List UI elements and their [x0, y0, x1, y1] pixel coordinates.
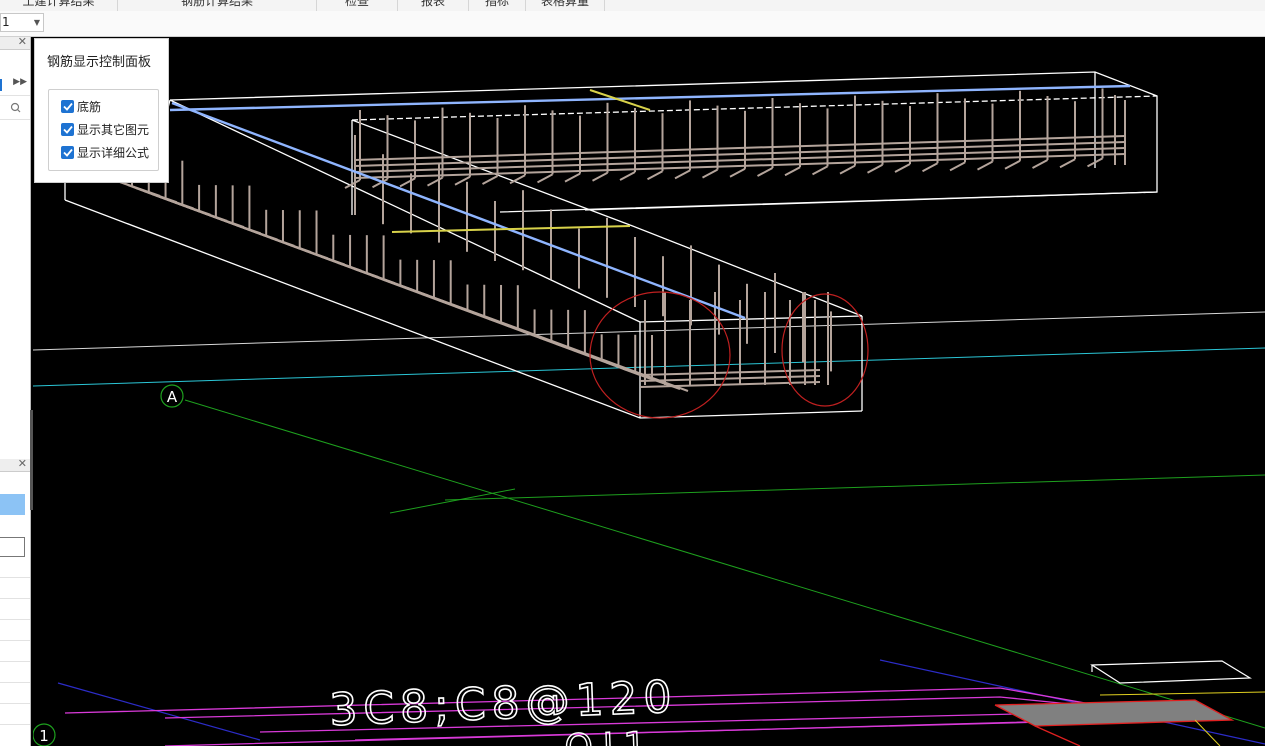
stirrup-bar: [619, 171, 636, 181]
close-icon[interactable]: ✕: [18, 37, 27, 48]
list-input[interactable]: [0, 537, 25, 557]
tab-civil-results[interactable]: 土建计算结果: [0, 0, 118, 11]
option-label: 显示其它图元: [77, 122, 150, 137]
stirrup-bar: [757, 167, 773, 177]
checkbox-show-other-elements[interactable]: [61, 122, 74, 136]
top-bar-back: [169, 84, 1131, 112]
highlight-circle: [781, 293, 869, 407]
close-icon[interactable]: ✕: [18, 457, 27, 470]
check-icon: [62, 125, 73, 134]
list-row: [0, 703, 30, 704]
rebar-3d-scene: A 1 3C8;C8@120 QJ1: [33, 71, 1265, 746]
list-row: [0, 577, 30, 578]
search-box[interactable]: [0, 99, 30, 117]
stirrup-bar: [867, 163, 883, 174]
stirrup-bar: [482, 175, 498, 185]
panel-toolbar: ▶▶: [0, 77, 30, 93]
stirrup-bar: [702, 168, 718, 179]
tab-rebar-results[interactable]: 钢筋计算结果: [118, 0, 317, 11]
axis-line-green: [389, 488, 516, 514]
stirrup-bar: [977, 160, 993, 171]
panel-header-bottom: ✕: [0, 457, 30, 472]
beam-outline-back: [164, 71, 1158, 226]
axis-line-green: [184, 399, 1265, 729]
stirrup-bar: [729, 167, 746, 178]
check-icon: [62, 102, 73, 111]
divider: [0, 119, 30, 120]
options-group: 底筋 显示其它图元 显示详细公式: [48, 89, 159, 171]
floor-select[interactable]: 1 ▼: [0, 13, 44, 32]
selected-element-outline: [1034, 725, 1081, 746]
longitudinal-bar: [639, 369, 821, 376]
option-bottom-rebar[interactable]: 底筋: [61, 97, 101, 115]
search-icon: [10, 102, 21, 113]
stirrup-bar: [922, 162, 938, 173]
3d-viewport[interactable]: A 1 3C8;C8@120 QJ1: [33, 37, 1265, 746]
floor-toolbar: 1 ▼: [0, 11, 1265, 37]
tab-report[interactable]: 报表: [398, 0, 469, 11]
option-label: 显示详细公式: [77, 145, 150, 160]
list-row: [0, 661, 30, 662]
divider: [0, 95, 30, 96]
axis-label-1: 1: [39, 727, 49, 745]
floor-select-value: 1: [2, 15, 10, 29]
option-label: 底筋: [77, 99, 102, 114]
check-icon: [62, 148, 73, 157]
list-row: [0, 682, 30, 683]
axis-line-blue: [57, 682, 261, 741]
stirrup-bar: [564, 172, 581, 183]
stirrup-bar: [1004, 159, 1021, 170]
axis-line-green: [444, 474, 1265, 501]
option-show-other-elements[interactable]: 显示其它图元: [61, 120, 149, 138]
element-annotation: QJ1: [564, 725, 657, 746]
checkbox-show-detailed-formula[interactable]: [61, 145, 74, 159]
axis-label-a: A: [167, 388, 178, 406]
highlight-circle: [589, 291, 731, 419]
tab-index[interactable]: 指标: [469, 0, 526, 11]
tab-table-quantity[interactable]: 表格算量: [526, 0, 605, 11]
expand-icon[interactable]: ▶▶: [13, 77, 27, 87]
option-show-detailed-formula[interactable]: 显示详细公式: [61, 143, 149, 161]
tab-check[interactable]: 检查: [317, 0, 398, 11]
axis-line-yellow: [1099, 691, 1265, 696]
reference-line: [33, 311, 1265, 351]
stirrup-bar: [1059, 158, 1076, 169]
list-item-selected[interactable]: [0, 494, 25, 515]
panel-title: 钢筋显示控制面板: [47, 55, 152, 70]
top-bar-front: [171, 101, 746, 320]
stirrup-bar: [894, 163, 911, 173]
stirrup-bar: [812, 165, 828, 176]
axis-line-blue: [879, 659, 1265, 745]
chevron-down-icon: ▼: [33, 18, 40, 27]
selection-marker: [0, 79, 2, 91]
list-row: [0, 619, 30, 620]
stirrup-bar: [647, 170, 663, 181]
stirrup-bar: [399, 177, 416, 188]
stirrup-bar: [1032, 159, 1048, 169]
stirrup-bar: [784, 166, 801, 177]
left-side-panel: ✕ ▶▶ ✕: [0, 37, 31, 746]
panel-header-top: ✕: [0, 37, 30, 50]
dimension-box: [1090, 660, 1253, 684]
list-row: [0, 598, 30, 599]
rebar-display-control-panel: 钢筋显示控制面板 底筋 显示其它图元 显示详细公式: [34, 38, 169, 183]
stirrup-bar: [592, 171, 608, 182]
checkbox-bottom-rebar[interactable]: [61, 99, 74, 113]
stirrup-bar: [839, 164, 856, 175]
rebar-cage: [119, 88, 1126, 392]
stirrup-bar: [427, 176, 443, 187]
stirrup-bar: [537, 173, 553, 184]
list-row: [0, 724, 30, 725]
stirrup-bar: [949, 161, 966, 172]
list-row: [0, 640, 30, 641]
stirrup-bar: [674, 169, 691, 180]
longitudinal-bar: [639, 375, 821, 382]
